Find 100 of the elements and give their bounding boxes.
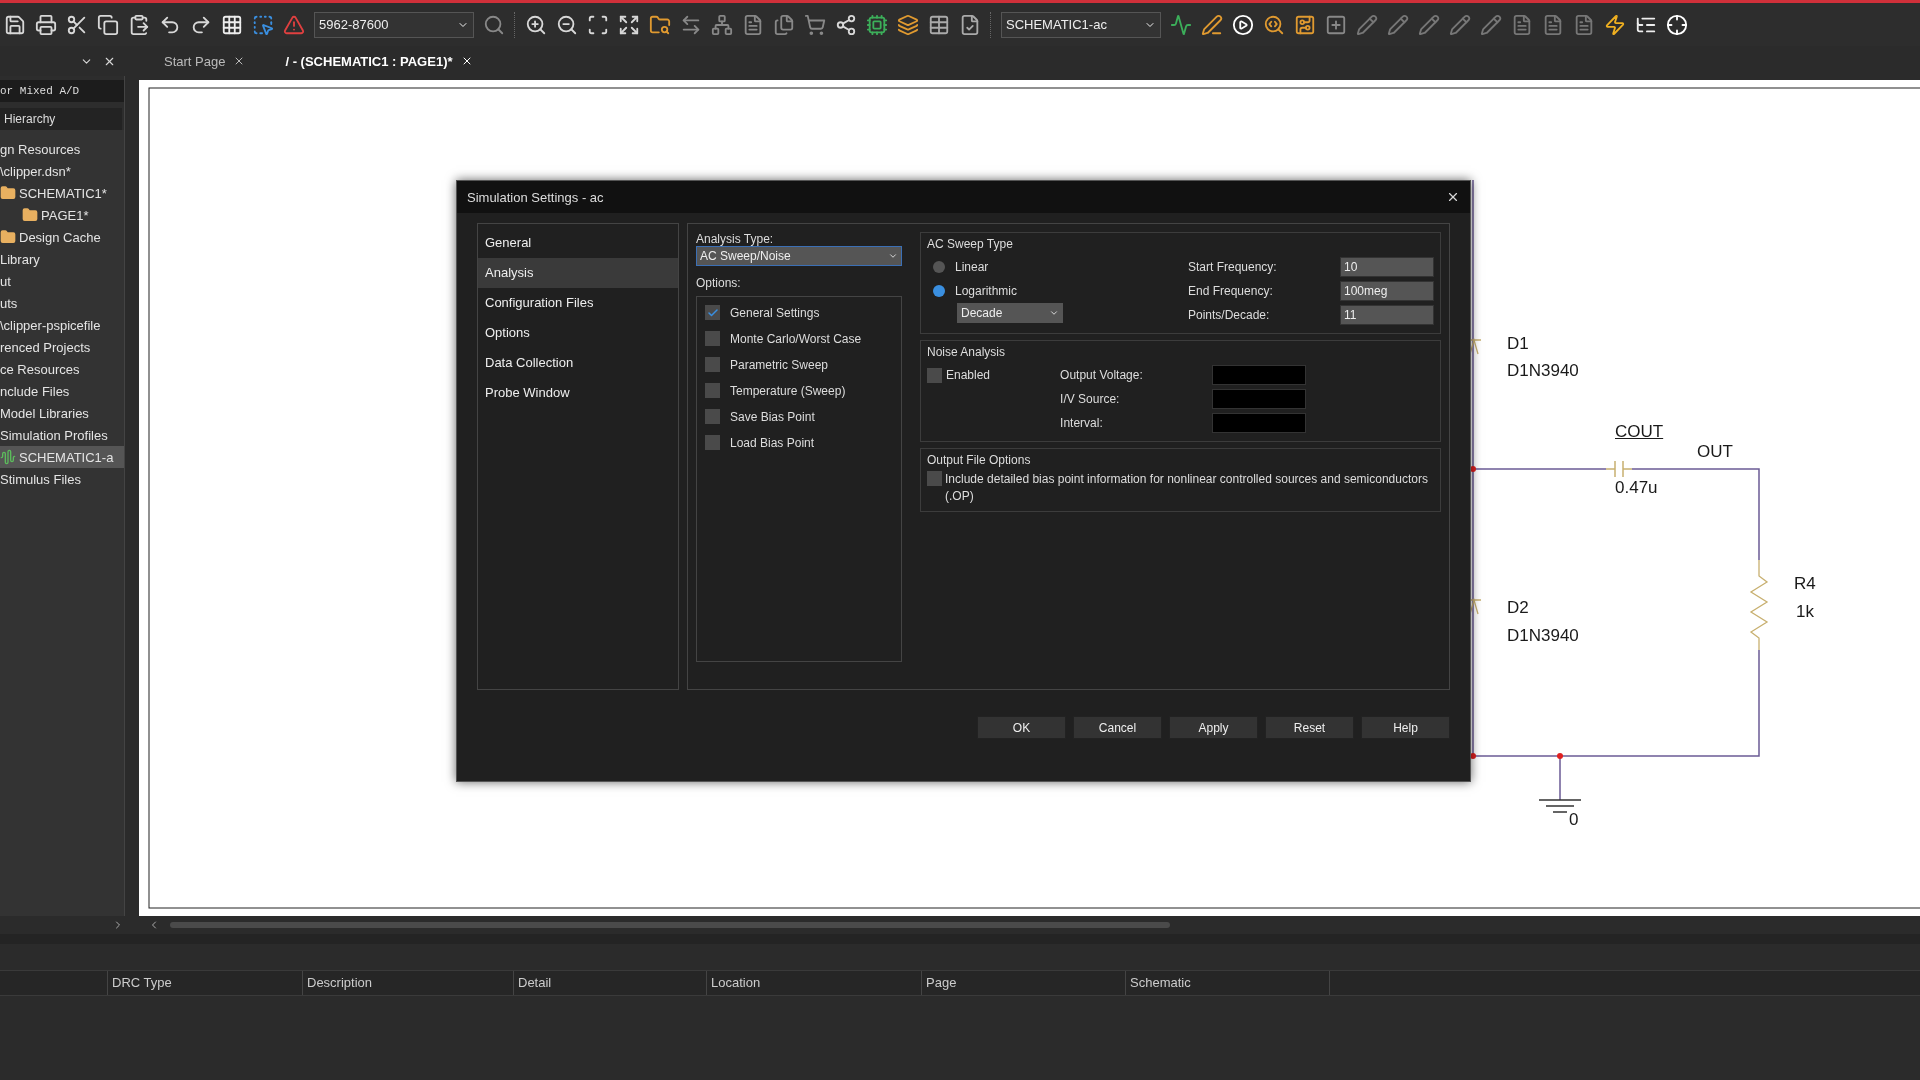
probe-icon[interactable] xyxy=(1387,13,1409,36)
paste-icon[interactable] xyxy=(128,13,150,36)
table-icon[interactable] xyxy=(928,13,950,36)
arrows-icon[interactable] xyxy=(680,13,702,36)
checkbox[interactable] xyxy=(927,367,942,383)
document-tab[interactable]: Start Page xyxy=(164,53,246,69)
hierarchy-tab[interactable]: Hierarchy xyxy=(0,108,122,130)
scrollbar-thumb[interactable] xyxy=(170,922,1170,928)
chip-search-icon[interactable] xyxy=(1294,13,1316,36)
column-header[interactable]: Detail xyxy=(514,971,707,995)
probe-icon[interactable] xyxy=(1418,13,1440,36)
marker-icon[interactable] xyxy=(1542,13,1564,36)
cart-icon[interactable] xyxy=(804,13,826,36)
wave-edit-icon[interactable] xyxy=(1201,13,1223,36)
part-field[interactable]: 5962-87600 xyxy=(314,11,474,38)
scissors-icon[interactable] xyxy=(66,13,88,36)
warning-icon[interactable] xyxy=(283,13,305,36)
chip-add-icon[interactable] xyxy=(1325,13,1347,36)
frequency-field[interactable]: 11 xyxy=(1340,305,1434,325)
play-icon[interactable] xyxy=(1232,13,1254,36)
dialog-button[interactable]: OK xyxy=(977,716,1066,739)
tree-item[interactable]: Library xyxy=(0,248,124,270)
probe-icon[interactable] xyxy=(1480,13,1502,36)
crosshair-icon[interactable] xyxy=(1666,13,1688,36)
tree-item[interactable]: Model Libraries xyxy=(0,402,124,424)
tree-item[interactable]: Stimulus Files xyxy=(0,468,124,490)
files-icon[interactable] xyxy=(773,13,795,36)
column-header[interactable]: Location xyxy=(707,971,922,995)
frequency-field[interactable]: 100meg xyxy=(1340,281,1434,301)
nav-item[interactable]: Options xyxy=(478,318,678,348)
marker-icon[interactable] xyxy=(1573,13,1595,36)
column-header[interactable]: DRC Type xyxy=(108,971,303,995)
schematic-label: 1k xyxy=(1796,602,1814,622)
wave-add-icon[interactable] xyxy=(1170,13,1192,36)
zoom-out-icon[interactable] xyxy=(556,13,578,36)
nodes-icon[interactable] xyxy=(711,13,733,36)
dialog-button[interactable]: Help xyxy=(1361,716,1450,739)
copy-icon[interactable] xyxy=(97,13,119,36)
profile-field[interactable]: SCHEMATIC1-ac xyxy=(1001,11,1161,38)
dialog-button[interactable]: Reset xyxy=(1265,716,1354,739)
probe-icon[interactable] xyxy=(1449,13,1471,36)
scale-select[interactable]: Decade xyxy=(957,303,1063,323)
document-tab[interactable]: / - (SCHEMATIC1 : PAGE1)* xyxy=(285,53,473,69)
tree-item[interactable]: Design Cache xyxy=(0,226,124,248)
zoom-in-icon[interactable] xyxy=(525,13,547,36)
wave-search-icon[interactable] xyxy=(1263,13,1285,36)
checkbox[interactable] xyxy=(705,305,720,320)
marker-icon[interactable] xyxy=(1511,13,1533,36)
probe-icon[interactable] xyxy=(1356,13,1378,36)
tree-item[interactable]: SCHEMATIC1* xyxy=(0,182,124,204)
analysis-type-select[interactable]: AC Sweep/Noise xyxy=(696,246,902,266)
dialog-button[interactable]: Apply xyxy=(1169,716,1258,739)
close-icon[interactable] xyxy=(1446,190,1460,204)
tree-item[interactable]: ut xyxy=(0,270,124,292)
frequency-field[interactable]: 10 xyxy=(1340,257,1434,277)
checkbox[interactable] xyxy=(705,435,720,450)
selection-icon[interactable] xyxy=(252,13,274,36)
checkbox[interactable] xyxy=(927,471,942,486)
nav-item[interactable]: Data Collection xyxy=(478,348,678,378)
document-icon[interactable] xyxy=(742,13,764,36)
checkbox[interactable] xyxy=(705,357,720,372)
nav-item[interactable]: General xyxy=(478,228,678,258)
tree-item[interactable]: ce Resources xyxy=(0,358,124,380)
nav-item[interactable]: Configuration Files xyxy=(478,288,678,318)
tree-item[interactable]: nclude Files xyxy=(0,380,124,402)
nodes-icon[interactable] xyxy=(835,13,857,36)
folder-search-icon[interactable] xyxy=(649,13,671,36)
search-icon[interactable] xyxy=(483,13,505,36)
tree-item[interactable]: PAGE1* xyxy=(0,204,124,226)
dialog-button[interactable]: Cancel xyxy=(1073,716,1162,739)
tree-item[interactable]: \clipper-pspicefile xyxy=(0,314,124,336)
checkbox[interactable] xyxy=(705,409,720,424)
column-header[interactable]: Schematic xyxy=(1126,971,1330,995)
tree-item[interactable]: gn Resources xyxy=(0,138,124,160)
input-field[interactable] xyxy=(1212,413,1307,433)
zoom-fit-icon[interactable] xyxy=(587,13,609,36)
nav-item[interactable]: Analysis xyxy=(478,258,678,288)
layers-icon[interactable] xyxy=(897,13,919,36)
tree-item[interactable]: SCHEMATIC1-a xyxy=(0,446,124,468)
chip-icon[interactable] xyxy=(866,13,888,36)
tree-item[interactable]: \clipper.dsn* xyxy=(0,160,124,182)
checkbox[interactable] xyxy=(705,331,720,346)
radio-button[interactable] xyxy=(933,285,945,297)
column-header[interactable]: Page xyxy=(922,971,1126,995)
printer-icon[interactable] xyxy=(35,13,57,36)
document-check-icon[interactable] xyxy=(959,13,981,36)
radio-button[interactable] xyxy=(933,261,945,273)
lightning-icon[interactable] xyxy=(1604,13,1626,36)
checkbox[interactable] xyxy=(705,383,720,398)
input-field[interactable] xyxy=(1212,365,1307,385)
column-header[interactable]: Description xyxy=(303,971,514,995)
tree-item[interactable]: renced Projects xyxy=(0,336,124,358)
tree-item[interactable]: Simulation Profiles xyxy=(0,424,124,446)
nav-item[interactable]: Probe Window xyxy=(478,378,678,408)
tree-item[interactable]: uts xyxy=(0,292,124,314)
input-field[interactable] xyxy=(1212,389,1307,409)
zoom-area-icon[interactable] xyxy=(618,13,640,36)
schematic-label: R4 xyxy=(1794,574,1816,594)
save-icon[interactable] xyxy=(4,13,26,36)
grid-icon[interactable] xyxy=(221,13,243,36)
